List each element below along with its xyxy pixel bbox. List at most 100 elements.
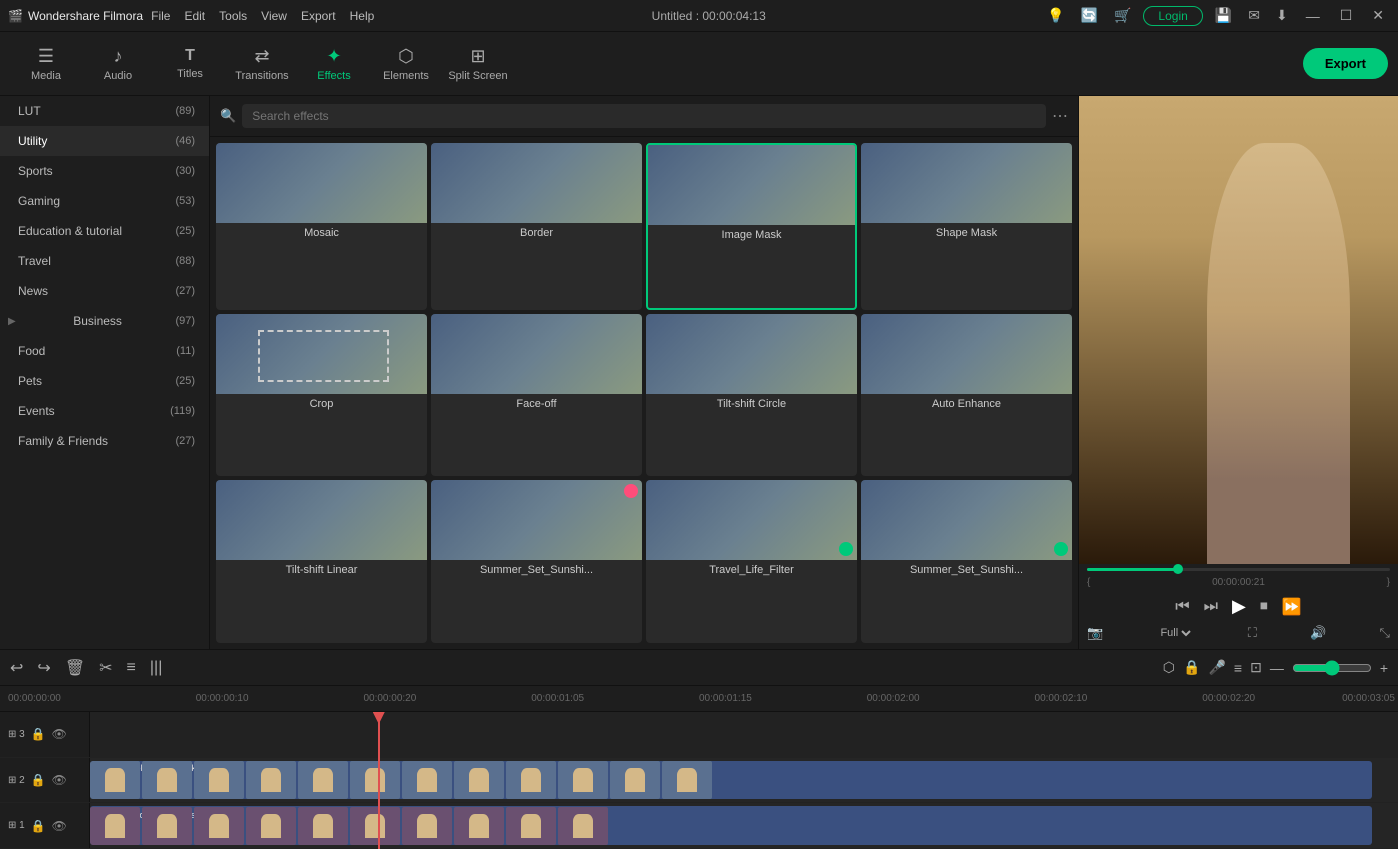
tracks-button[interactable]: ≡ [1234, 660, 1242, 676]
menu-export[interactable]: Export [301, 9, 336, 23]
download-icon[interactable]: ⬇ [1272, 5, 1292, 26]
lock-all-button[interactable]: 🔒 [1183, 659, 1200, 676]
menu-view[interactable]: View [261, 9, 287, 23]
main-toolbar: ☰ Media ♪ Audio T Titles ⇄ Transitions ✦… [0, 32, 1398, 96]
effect-summer-set-1[interactable]: Summer_Set_Sunshi... [431, 480, 642, 643]
effect-border[interactable]: Border [431, 143, 642, 310]
fullscreen-button[interactable]: ⛶ [1248, 625, 1257, 641]
sidebar-item-food[interactable]: Food (11) [0, 336, 209, 366]
media-icon: ☰ [38, 46, 54, 67]
step-back-button[interactable]: ⏭ [1204, 598, 1218, 616]
screenshot-button[interactable]: 📷 [1087, 625, 1103, 641]
sidebar-item-family[interactable]: Family & Friends (27) [0, 426, 209, 456]
effect-travel-life-filter[interactable]: Travel_Life_Filter [646, 480, 857, 643]
preview-progress-bar[interactable] [1087, 568, 1390, 571]
login-button[interactable]: Login [1143, 6, 1202, 26]
sidebar-sports-label: Sports [18, 164, 53, 178]
track-1-visible-icon[interactable]: 👁 [52, 819, 67, 833]
sidebar-family-count: (27) [175, 435, 195, 447]
sidebar-item-lut[interactable]: LUT (89) [0, 96, 209, 126]
toolbar-effects[interactable]: ✦ Effects [298, 36, 370, 92]
search-input[interactable] [242, 104, 1046, 128]
mixer-button[interactable]: ≡ [127, 659, 136, 677]
preview-controls-area: { 00:00:00:21 } ⏮ ⏭ ▶ ⏹ ⏩ 📷 Full 1/2 1/4… [1079, 564, 1398, 649]
sidebar-item-travel[interactable]: Travel (88) [0, 246, 209, 276]
step-fwd-button[interactable]: ⏩ [1282, 597, 1302, 617]
project-title: Untitled : 00:00:04:13 [652, 9, 766, 23]
app-logo: 🎬 Wondershare Filmora [8, 9, 143, 23]
preview-person [1207, 143, 1351, 564]
quality-select[interactable]: Full 1/2 1/4 [1156, 626, 1194, 640]
delete-button[interactable]: 🗑 [65, 658, 85, 678]
lightbulb-icon[interactable]: 💡 [1043, 5, 1068, 26]
sidebar-lut-label: LUT [18, 104, 41, 118]
sidebar-item-education[interactable]: Education & tutorial (25) [0, 216, 209, 246]
cart-icon[interactable]: 🛒 [1110, 5, 1135, 26]
menu-tools[interactable]: Tools [219, 9, 247, 23]
undo-button[interactable]: ↩ [10, 658, 23, 678]
play-button[interactable]: ▶ [1232, 596, 1246, 617]
track-1-lock-icon[interactable]: 🔒 [31, 819, 46, 833]
sidebar-pets-count: (25) [175, 375, 195, 387]
menu-file[interactable]: File [151, 9, 170, 23]
audio-wave-button[interactable]: ||| [150, 659, 162, 677]
zoom-out-button[interactable]: — [1270, 660, 1284, 676]
track-1-content: pexels-karolina-grabowska-7976781 [90, 803, 1398, 848]
ruler-mark-2: 00:00:00:20 [363, 693, 416, 704]
ai-button[interactable]: ⬡ [1163, 659, 1175, 676]
layout-button[interactable]: ⊡ [1250, 659, 1262, 676]
toolbar-audio[interactable]: ♪ Audio [82, 36, 154, 92]
effect-image-mask[interactable]: Image Mask [646, 143, 857, 310]
toolbar-split-screen[interactable]: ⊞ Split Screen [442, 36, 514, 92]
cut-button[interactable]: ✂ [99, 658, 112, 678]
menu-help[interactable]: Help [350, 9, 375, 23]
effect-tilt-shift-circle[interactable]: Tilt-shift Circle [646, 314, 857, 477]
maximize-button[interactable]: ☐ [1334, 7, 1359, 24]
more-options-icon[interactable]: ⋯ [1052, 106, 1068, 126]
sidebar-item-sports[interactable]: Sports (30) [0, 156, 209, 186]
more-preview-btn[interactable]: ⤡ [1380, 625, 1390, 641]
toolbar-transitions[interactable]: ⇄ Transitions [226, 36, 298, 92]
export-button[interactable]: Export [1303, 48, 1388, 79]
track-2-visible-icon[interactable]: 👁 [52, 773, 67, 787]
preview-progress-thumb[interactable] [1173, 564, 1183, 574]
track-3-lock-icon[interactable]: 🔒 [31, 727, 46, 741]
effect-mosaic[interactable]: Mosaic [216, 143, 427, 310]
effect-crop[interactable]: Crop [216, 314, 427, 477]
track-1-clip[interactable]: pexels-karolina-grabowska-7976781 [90, 806, 1372, 845]
effect-tilt-shift-linear[interactable]: Tilt-shift Linear [216, 480, 427, 643]
track-2-lock-icon[interactable]: 🔒 [31, 773, 46, 787]
sidebar-item-pets[interactable]: Pets (25) [0, 366, 209, 396]
menu-edit[interactable]: Edit [184, 9, 205, 23]
sidebar-travel-label: Travel [18, 254, 51, 268]
toolbar-media[interactable]: ☰ Media [10, 36, 82, 92]
sidebar-item-gaming[interactable]: Gaming (53) [0, 186, 209, 216]
track-3-visible-icon[interactable]: 👁 [52, 727, 67, 741]
sidebar-education-label: Education & tutorial [18, 224, 122, 238]
toolbar-elements[interactable]: ⬡ Elements [370, 36, 442, 92]
minimize-button[interactable]: — [1300, 8, 1326, 24]
zoom-slider[interactable] [1292, 660, 1372, 676]
save-icon[interactable]: 💾 [1211, 5, 1236, 26]
mic-button[interactable]: 🎤 [1208, 659, 1225, 676]
effect-face-off[interactable]: Face-off [431, 314, 642, 477]
redo-button[interactable]: ↪ [37, 658, 50, 678]
track-2-clip[interactable]: pexels-karolina-grabowska-7976781 [90, 761, 1372, 800]
toolbar-titles[interactable]: T Titles [154, 36, 226, 92]
effect-shape-mask[interactable]: Shape Mask [861, 143, 1072, 310]
sidebar-item-events[interactable]: Events (119) [0, 396, 209, 426]
effect-shape-mask-label: Shape Mask [861, 223, 1072, 243]
effect-summer-set-2[interactable]: Summer_Set_Sunshi... [861, 480, 1072, 643]
close-button[interactable]: ✕ [1366, 7, 1390, 24]
sidebar-item-business[interactable]: ▶ Business (97) [0, 306, 209, 336]
refresh-icon[interactable]: 🔄 [1077, 5, 1102, 26]
mail-icon[interactable]: ✉ [1244, 5, 1264, 26]
zoom-in-button[interactable]: + [1380, 660, 1388, 676]
rewind-button[interactable]: ⏮ [1175, 598, 1189, 616]
stop-button[interactable]: ⏹ [1260, 598, 1268, 616]
sidebar-item-news[interactable]: News (27) [0, 276, 209, 306]
sidebar-item-utility[interactable]: Utility (46) [0, 126, 209, 156]
track-2-number: ⊞ 2 [8, 775, 25, 786]
effect-auto-enhance[interactable]: Auto Enhance [861, 314, 1072, 477]
volume-button[interactable]: 🔊 [1310, 625, 1326, 641]
